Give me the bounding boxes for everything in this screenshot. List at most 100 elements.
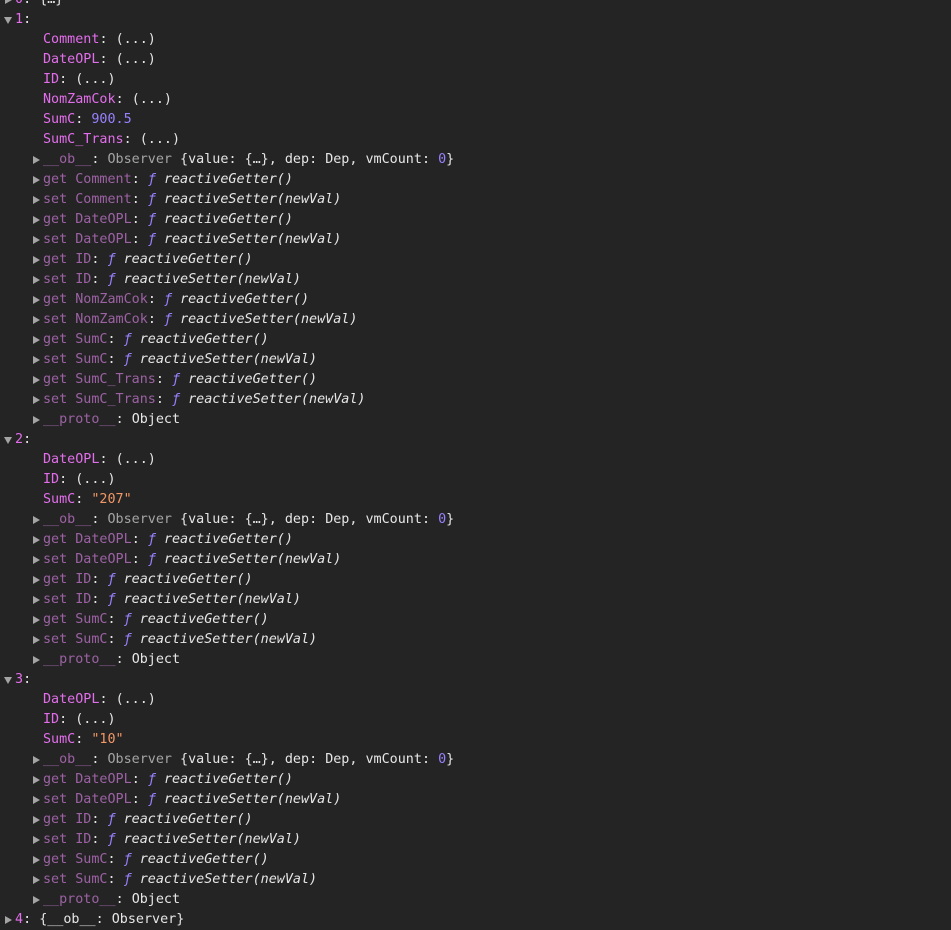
array-entry-header[interactable]: 3: (0, 670, 951, 690)
triangle-right-icon[interactable] (30, 250, 42, 270)
triangle-right-icon[interactable] (30, 890, 42, 910)
object-property[interactable]: DateOPL: (...) (0, 690, 951, 710)
accessor-key: get DateOPL (43, 532, 132, 547)
accessor-property[interactable]: set ID: ƒ reactiveSetter(newVal) (0, 830, 951, 850)
property-value[interactable]: (...) (75, 472, 115, 487)
property-value[interactable]: (...) (116, 692, 156, 707)
triangle-right-icon[interactable] (30, 650, 42, 670)
triangle-right-icon[interactable] (30, 770, 42, 790)
triangle-right-icon[interactable] (30, 530, 42, 550)
observer-property[interactable]: __ob__: Observer {value: {…}, dep: Dep, … (0, 150, 951, 170)
triangle-right-icon[interactable] (30, 590, 42, 610)
accessor-property[interactable]: get SumC: ƒ reactiveGetter() (0, 330, 951, 350)
triangle-right-icon[interactable] (30, 790, 42, 810)
triangle-right-icon[interactable] (30, 230, 42, 250)
accessor-property[interactable]: set SumC_Trans: ƒ reactiveSetter(newVal) (0, 390, 951, 410)
line-text: get SumC: ƒ reactiveGetter() (43, 332, 269, 347)
accessor-property[interactable]: get ID: ƒ reactiveGetter() (0, 570, 951, 590)
object-property[interactable]: Comment: (...) (0, 30, 951, 50)
proto-property[interactable]: __proto__: Object (0, 410, 951, 430)
accessor-property[interactable]: get NomZamCok: ƒ reactiveGetter() (0, 290, 951, 310)
accessor-property[interactable]: set ID: ƒ reactiveSetter(newVal) (0, 270, 951, 290)
accessor-property[interactable]: set SumC: ƒ reactiveSetter(newVal) (0, 630, 951, 650)
triangle-right-icon[interactable] (2, 0, 14, 10)
accessor-property[interactable]: set SumC: ƒ reactiveSetter(newVal) (0, 350, 951, 370)
triangle-right-icon[interactable] (2, 910, 14, 930)
observer-property[interactable]: __ob__: Observer {value: {…}, dep: Dep, … (0, 510, 951, 530)
triangle-down-icon[interactable] (2, 10, 14, 30)
property-value[interactable]: (...) (140, 132, 180, 147)
property-value[interactable]: (...) (116, 52, 156, 67)
triangle-right-icon[interactable] (30, 330, 42, 350)
function-icon: ƒ (107, 272, 116, 287)
triangle-right-icon[interactable] (30, 190, 42, 210)
object-property[interactable]: ID: (...) (0, 710, 951, 730)
triangle-right-icon[interactable] (30, 310, 42, 330)
triangle-right-icon[interactable] (30, 210, 42, 230)
triangle-right-icon[interactable] (30, 550, 42, 570)
object-property[interactable]: NomZamCok: (...) (0, 90, 951, 110)
object-property: SumC: "207" (0, 490, 951, 510)
accessor-property[interactable]: get DateOPL: ƒ reactiveGetter() (0, 530, 951, 550)
array-entry-header[interactable]: 1: (0, 10, 951, 30)
property-key: __proto__ (43, 652, 116, 667)
accessor-property[interactable]: get ID: ƒ reactiveGetter() (0, 810, 951, 830)
array-entry-collapsed[interactable]: 0: {…} (0, 0, 951, 10)
accessor-property[interactable]: get SumC: ƒ reactiveGetter() (0, 610, 951, 630)
object-property[interactable]: SumC_Trans: (...) (0, 130, 951, 150)
triangle-right-icon[interactable] (30, 290, 42, 310)
triangle-right-icon[interactable] (30, 630, 42, 650)
accessor-property[interactable]: get Comment: ƒ reactiveGetter() (0, 170, 951, 190)
property-value[interactable]: (...) (116, 452, 156, 467)
accessor-property[interactable]: get SumC_Trans: ƒ reactiveGetter() (0, 370, 951, 390)
array-entry-header[interactable]: 2: (0, 430, 951, 450)
function-signature: reactiveSetter(newVal) (163, 792, 342, 807)
property-key: DateOPL (43, 452, 100, 467)
triangle-right-icon[interactable] (30, 870, 42, 890)
preview-value: 0 (438, 752, 447, 767)
accessor-property[interactable]: set DateOPL: ƒ reactiveSetter(newVal) (0, 550, 951, 570)
triangle-right-icon[interactable] (30, 830, 42, 850)
object-property[interactable]: DateOPL: (...) (0, 50, 951, 70)
accessor-property[interactable]: set DateOPL: ƒ reactiveSetter(newVal) (0, 790, 951, 810)
triangle-right-icon[interactable] (30, 390, 42, 410)
triangle-right-icon[interactable] (30, 750, 42, 770)
object-property[interactable]: DateOPL: (...) (0, 450, 951, 470)
triangle-right-icon[interactable] (30, 270, 42, 290)
triangle-right-icon[interactable] (30, 150, 42, 170)
accessor-key: get ID (43, 812, 92, 827)
accessor-property[interactable]: get SumC: ƒ reactiveGetter() (0, 850, 951, 870)
object-property[interactable]: ID: (...) (0, 470, 951, 490)
property-value[interactable]: (...) (132, 92, 172, 107)
accessor-key: get Comment (43, 172, 132, 187)
accessor-property[interactable]: set NomZamCok: ƒ reactiveSetter(newVal) (0, 310, 951, 330)
triangle-right-icon[interactable] (30, 850, 42, 870)
array-entry-collapsed[interactable]: 4: {__ob__: Observer} (0, 910, 951, 930)
property-value[interactable]: (...) (75, 72, 115, 87)
object-property[interactable]: ID: (...) (0, 70, 951, 90)
property-value[interactable]: (...) (75, 712, 115, 727)
triangle-right-icon[interactable] (30, 370, 42, 390)
accessor-property[interactable]: get DateOPL: ƒ reactiveGetter() (0, 770, 951, 790)
triangle-right-icon[interactable] (30, 610, 42, 630)
triangle-right-icon[interactable] (30, 570, 42, 590)
accessor-property[interactable]: set DateOPL: ƒ reactiveSetter(newVal) (0, 230, 951, 250)
triangle-right-icon[interactable] (30, 350, 42, 370)
triangle-down-icon[interactable] (2, 430, 14, 450)
accessor-property[interactable]: set SumC: ƒ reactiveSetter(newVal) (0, 870, 951, 890)
triangle-right-icon[interactable] (30, 510, 42, 530)
accessor-property[interactable]: set ID: ƒ reactiveSetter(newVal) (0, 590, 951, 610)
proto-property[interactable]: __proto__: Object (0, 650, 951, 670)
accessor-property[interactable]: get ID: ƒ reactiveGetter() (0, 250, 951, 270)
property-key: __proto__ (43, 892, 116, 907)
observer-property[interactable]: __ob__: Observer {value: {…}, dep: Dep, … (0, 750, 951, 770)
accessor-property[interactable]: get DateOPL: ƒ reactiveGetter() (0, 210, 951, 230)
triangle-down-icon[interactable] (2, 670, 14, 690)
function-signature: reactiveGetter() (139, 612, 269, 627)
triangle-right-icon[interactable] (30, 810, 42, 830)
triangle-right-icon[interactable] (30, 410, 42, 430)
triangle-right-icon[interactable] (30, 170, 42, 190)
proto-property[interactable]: __proto__: Object (0, 890, 951, 910)
accessor-property[interactable]: set Comment: ƒ reactiveSetter(newVal) (0, 190, 951, 210)
property-value[interactable]: (...) (116, 32, 156, 47)
